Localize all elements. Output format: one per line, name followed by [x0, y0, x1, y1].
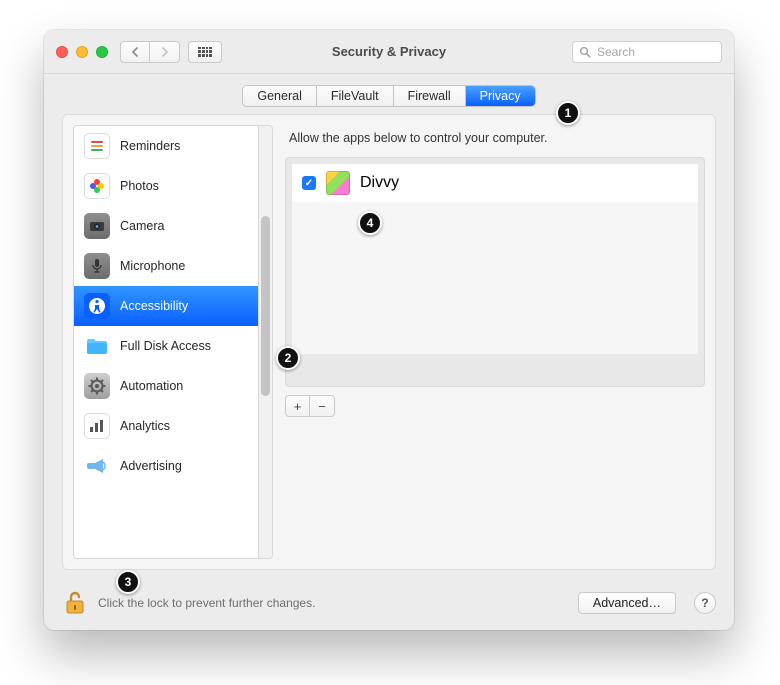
tab-privacy[interactable]: Privacy	[466, 86, 535, 106]
sidebar-item-label: Full Disk Access	[120, 339, 211, 353]
app-row-empty	[292, 240, 698, 278]
forward-button[interactable]	[150, 41, 180, 63]
privacy-sidebar: Reminders Photos Camera	[73, 125, 259, 559]
sidebar-item-label: Accessibility	[120, 299, 188, 313]
lock-open-icon	[62, 590, 88, 616]
annotation-badge-1: 1	[556, 101, 580, 125]
sidebar-item-label: Advertising	[120, 459, 182, 473]
sidebar-item-accessibility[interactable]: Accessibility	[74, 286, 258, 326]
pane-description: Allow the apps below to control your com…	[285, 125, 705, 157]
back-button[interactable]	[120, 41, 150, 63]
app-list: ✓ Divvy	[285, 157, 705, 387]
sidebar-item-full-disk-access[interactable]: Full Disk Access	[74, 326, 258, 366]
tab-filevault[interactable]: FileVault	[317, 86, 394, 106]
lock-text: Click the lock to prevent further change…	[98, 596, 315, 610]
close-window-button[interactable]	[56, 46, 68, 58]
sidebar-item-analytics[interactable]: Analytics	[74, 406, 258, 446]
tab-firewall[interactable]: Firewall	[394, 86, 466, 106]
remove-app-button[interactable]: −	[310, 396, 334, 416]
preferences-window: Security & Privacy Search General FileVa…	[44, 30, 734, 630]
sidebar-item-label: Analytics	[120, 419, 170, 433]
search-placeholder: Search	[597, 45, 635, 59]
grid-icon	[198, 47, 212, 57]
footer: Click the lock to prevent further change…	[44, 580, 734, 630]
help-button[interactable]: ?	[694, 592, 716, 614]
sidebar-item-label: Camera	[120, 219, 164, 233]
sidebar-item-automation[interactable]: Automation	[74, 366, 258, 406]
divvy-app-icon	[326, 171, 350, 195]
annotation-badge-2: 2	[276, 346, 300, 370]
annotation-badge-4: 4	[358, 211, 382, 235]
sidebar-item-label: Automation	[120, 379, 183, 393]
sidebar-item-label: Reminders	[120, 139, 180, 153]
app-name: Divvy	[360, 174, 399, 192]
sidebar-item-camera[interactable]: Camera	[74, 206, 258, 246]
app-row-empty	[292, 316, 698, 354]
search-icon	[579, 46, 591, 58]
automation-icon	[84, 373, 110, 399]
sidebar-item-reminders[interactable]: Reminders	[74, 126, 258, 166]
lock-button[interactable]	[62, 590, 88, 616]
add-app-button[interactable]: +	[286, 396, 310, 416]
app-row-empty	[292, 278, 698, 316]
camera-icon	[84, 213, 110, 239]
advertising-icon	[84, 453, 110, 479]
search-input[interactable]: Search	[572, 41, 722, 63]
microphone-icon	[84, 253, 110, 279]
sidebar-item-microphone[interactable]: Microphone	[74, 246, 258, 286]
tab-general[interactable]: General	[243, 86, 316, 106]
app-checkbox[interactable]: ✓	[302, 176, 316, 190]
titlebar: Security & Privacy Search	[44, 30, 734, 74]
sidebar-item-label: Photos	[120, 179, 159, 193]
advanced-button[interactable]: Advanced…	[578, 592, 676, 614]
sidebar-item-photos[interactable]: Photos	[74, 166, 258, 206]
reminders-icon	[84, 133, 110, 159]
folder-icon	[84, 333, 110, 359]
add-remove-segment: + −	[285, 395, 335, 417]
accessibility-icon	[84, 293, 110, 319]
app-row[interactable]: ✓ Divvy	[292, 164, 698, 202]
annotation-badge-3: 3	[116, 570, 140, 594]
sidebar-scrollbar[interactable]	[259, 125, 273, 559]
app-row-empty	[292, 202, 698, 240]
traffic-lights	[56, 46, 108, 58]
nav-back-forward	[120, 41, 180, 63]
sidebar-item-advertising[interactable]: Advertising	[74, 446, 258, 486]
photos-icon	[84, 173, 110, 199]
tabs: General FileVault Firewall Privacy	[44, 74, 734, 114]
zoom-window-button[interactable]	[96, 46, 108, 58]
scrollbar-thumb[interactable]	[261, 216, 270, 396]
show-all-button[interactable]	[188, 41, 222, 63]
minimize-window-button[interactable]	[76, 46, 88, 58]
sidebar-item-label: Microphone	[120, 259, 185, 273]
analytics-icon	[84, 413, 110, 439]
main-pane: Allow the apps below to control your com…	[285, 125, 705, 559]
content-area: Reminders Photos Camera	[62, 114, 716, 570]
